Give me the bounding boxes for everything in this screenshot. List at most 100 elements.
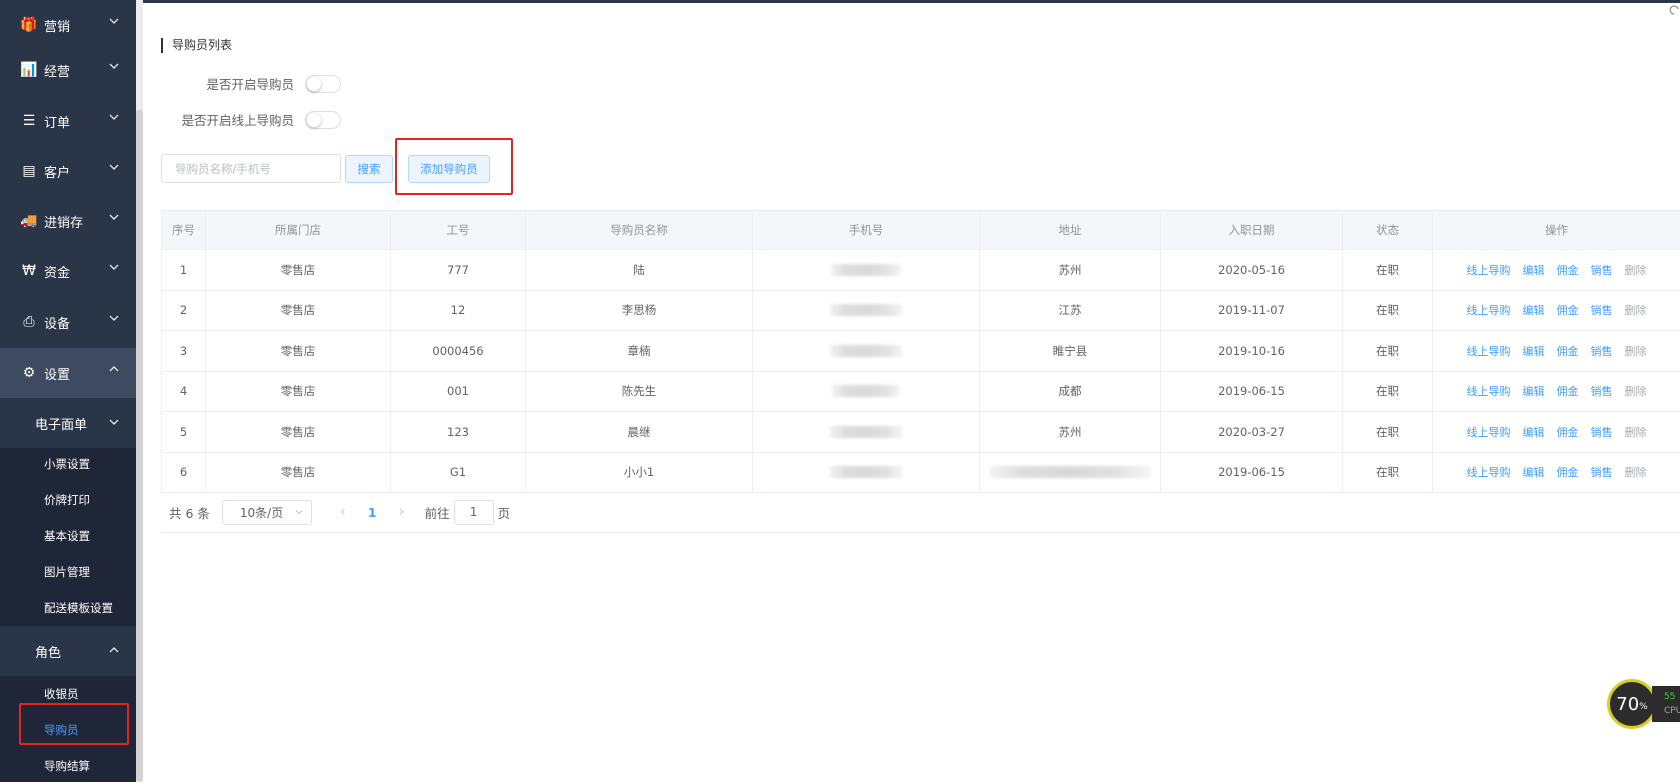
online-guide-link[interactable]: 线上导购 <box>1467 262 1511 278</box>
highlight-box-add-button <box>395 138 513 195</box>
prev-page-icon[interactable]: ‹ <box>332 502 354 522</box>
table-cell: 123 <box>391 412 526 452</box>
commission-link[interactable]: 佣金 <box>1557 262 1579 278</box>
switch-row-guide: 是否开启导购员 <box>161 74 341 93</box>
table-cell: 2 <box>161 290 206 330</box>
table-cell: 在职 <box>1343 290 1433 330</box>
online-guide-link[interactable]: 线上导购 <box>1467 424 1511 440</box>
table-header-cell: 工号 <box>391 211 526 249</box>
edit-link[interactable]: 编辑 <box>1523 343 1545 359</box>
submenu-roles[interactable]: 角色 <box>0 626 136 676</box>
submenu-label: 电子面单 <box>35 417 88 433</box>
online-guide-link[interactable]: 线上导购 <box>1467 343 1511 359</box>
edit-link[interactable]: 编辑 <box>1523 424 1545 440</box>
sales-link[interactable]: 销售 <box>1591 343 1613 359</box>
edit-link[interactable]: 编辑 <box>1523 302 1545 318</box>
next-page-icon[interactable]: › <box>391 502 413 522</box>
sales-link[interactable]: 销售 <box>1591 262 1613 278</box>
sidebar-subitem-2[interactable]: 基本设置 <box>0 518 136 554</box>
delete-link[interactable]: 删除 <box>1625 383 1647 399</box>
sidebar-item-1[interactable]: 📊 经营 <box>0 45 136 95</box>
sidebar-item-6[interactable]: ⎙ 设备 <box>0 297 136 347</box>
guide-table: 序号 所属门店 工号 导购员名称 手机号 地址 入职日期 状态 操作 1 零售店 777 陆苏州 2020… <box>161 210 1680 493</box>
ops-cell: 线上导购 编辑 佣金 销售 删除 <box>1433 453 1680 493</box>
pagination: 共 6 条 10条/页 ‹ 1 › 前往 1 页 <box>161 499 510 525</box>
table-cell: 2020-03-27 <box>1161 412 1343 452</box>
table-cell: 零售店 <box>206 371 391 411</box>
switch-guide-label: 是否开启导购员 <box>206 77 294 92</box>
edit-link[interactable]: 编辑 <box>1523 464 1545 480</box>
switch-online-guide-toggle[interactable] <box>305 110 341 129</box>
sales-link[interactable]: 销售 <box>1591 302 1613 318</box>
sidebar-item-3[interactable]: ▤ 客户 <box>0 146 136 196</box>
table-cell: 777 <box>391 250 526 290</box>
sidebar-item-5[interactable]: ₩ 资金 <box>0 246 136 296</box>
commission-link[interactable]: 佣金 <box>1557 383 1579 399</box>
sidebar-scrollbar-thumb[interactable] <box>136 110 143 782</box>
sidebar-subitem-label: 价牌打印 <box>44 493 90 507</box>
sales-link[interactable]: 销售 <box>1591 464 1613 480</box>
commission-link[interactable]: 佣金 <box>1557 302 1579 318</box>
address-cell: 苏州 <box>980 250 1161 290</box>
search-input[interactable] <box>161 154 341 183</box>
online-guide-link[interactable]: 线上导购 <box>1467 383 1511 399</box>
sidebar-subitem-0[interactable]: 小票设置 <box>0 446 136 482</box>
redacted-phone <box>831 263 901 276</box>
sidebar-role-item-2[interactable]: 导购结算 <box>0 748 136 784</box>
table-header-cell: 手机号 <box>753 211 980 249</box>
edit-link[interactable]: 编辑 <box>1523 262 1545 278</box>
online-guide-link[interactable]: 线上导购 <box>1467 302 1511 318</box>
sidebar-subitem-4[interactable]: 配送模板设置 <box>0 590 136 626</box>
refresh-icon[interactable] <box>1668 4 1680 16</box>
table-cell: 零售店 <box>206 290 391 330</box>
search-button[interactable]: 搜索 <box>345 155 393 183</box>
table-cell: 章楠 <box>526 331 753 371</box>
table-cell: 零售店 <box>206 331 391 371</box>
commission-link[interactable]: 佣金 <box>1557 424 1579 440</box>
edit-link[interactable]: 编辑 <box>1523 383 1545 399</box>
chevron-down-icon <box>109 315 119 321</box>
switch-row-online-guide: 是否开启线上导购员 <box>161 110 341 129</box>
submenu-ewaybill[interactable]: 电子面单 <box>0 398 136 448</box>
commission-link[interactable]: 佣金 <box>1557 343 1579 359</box>
sidebar-item-label: 设备 <box>44 316 71 332</box>
commission-link[interactable]: 佣金 <box>1557 464 1579 480</box>
goto-page-input[interactable]: 1 <box>453 499 494 525</box>
sidebar-item-7[interactable]: ⚙ 设置 <box>0 348 136 398</box>
sidebar-subitem-label: 图片管理 <box>44 565 90 579</box>
cpu-side-label: CPU <box>1664 706 1680 716</box>
sales-link[interactable]: 销售 <box>1591 383 1613 399</box>
table-header-cell: 状态 <box>1343 211 1433 249</box>
chevron-up-icon <box>109 647 119 653</box>
table-cell: 001 <box>391 371 526 411</box>
sidebar: 🎁 营销 📊 经营 ☰ 订单 ▤ 客户 🚚 进销存 ₩ 资金 ⎙ 设备 ⚙ 设置电子面单小票设置价牌打印基本设… <box>0 0 136 782</box>
address-cell: 苏州 <box>980 412 1161 452</box>
sidebar-subitem-3[interactable]: 图片管理 <box>0 554 136 590</box>
sales-link[interactable]: 销售 <box>1591 424 1613 440</box>
switch-guide-toggle[interactable] <box>305 74 341 93</box>
delete-link[interactable]: 删除 <box>1625 262 1647 278</box>
phone-cell-redacted <box>753 331 980 371</box>
delete-link[interactable]: 删除 <box>1625 464 1647 480</box>
table-cell: 在职 <box>1343 250 1433 290</box>
list-icon: ☰ <box>22 113 36 129</box>
ops-cell: 线上导购 编辑 佣金 销售 删除 <box>1433 412 1680 452</box>
won-icon: ₩ <box>22 263 36 279</box>
delete-link[interactable]: 删除 <box>1625 343 1647 359</box>
online-guide-link[interactable]: 线上导购 <box>1467 464 1511 480</box>
sidebar-item-2[interactable]: ☰ 订单 <box>0 96 136 146</box>
sidebar-item-0[interactable]: 🎁 营销 <box>0 0 136 50</box>
chevron-down-icon <box>109 114 119 120</box>
table-cell: 3 <box>161 331 206 371</box>
table-cell: 0000456 <box>391 331 526 371</box>
cpu-monitor-widget[interactable]: 70% <box>1607 679 1657 729</box>
delete-link[interactable]: 删除 <box>1625 302 1647 318</box>
table-cell: 2019-11-07 <box>1161 290 1343 330</box>
delete-link[interactable]: 删除 <box>1625 424 1647 440</box>
page-size-select[interactable]: 10条/页 <box>221 499 312 525</box>
page-number-current[interactable]: 1 <box>368 505 377 520</box>
sidebar-subitem-1[interactable]: 价牌打印 <box>0 482 136 518</box>
table-header-cell: 序号 <box>161 211 206 249</box>
table-cell: 2019-10-16 <box>1161 331 1343 371</box>
sidebar-item-4[interactable]: 🚚 进销存 <box>0 196 136 246</box>
